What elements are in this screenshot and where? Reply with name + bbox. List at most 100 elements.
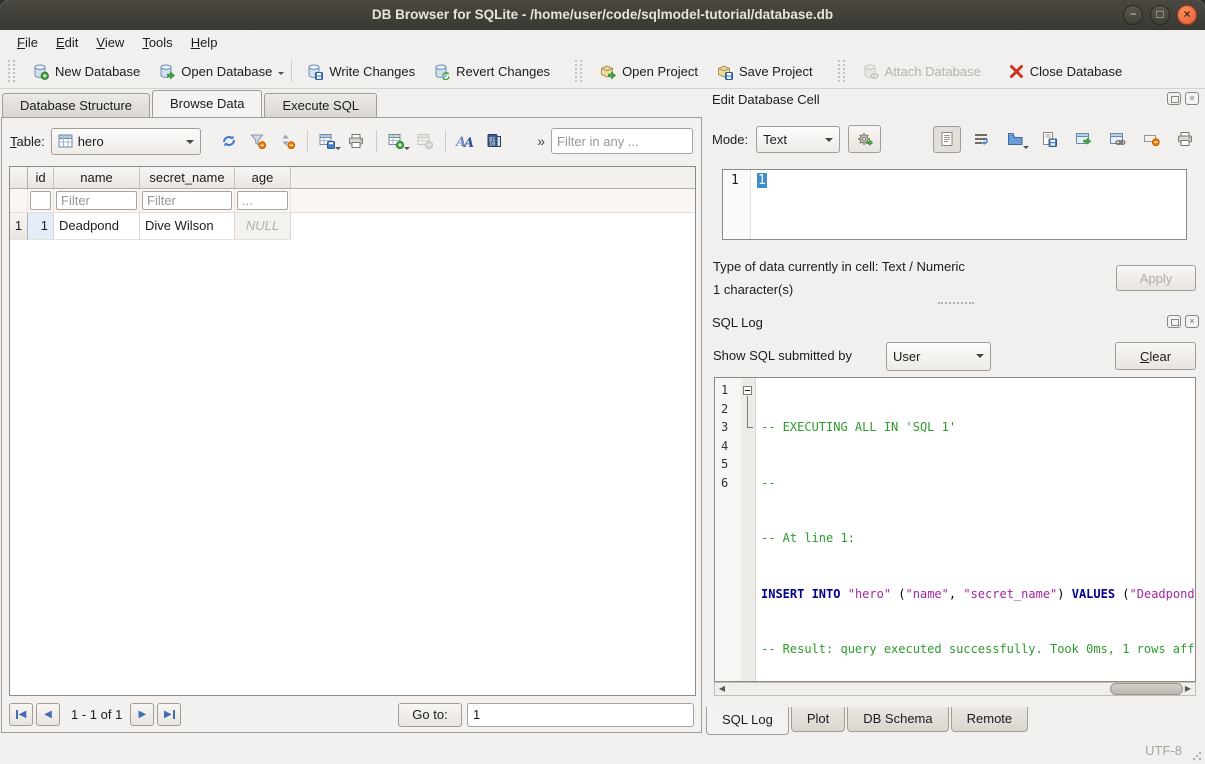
tab-execute-sql[interactable]: Execute SQL xyxy=(264,93,377,117)
menu-help[interactable]: Help xyxy=(182,32,227,53)
right-pane: Edit Database Cell × Mode: Text xyxy=(706,90,1205,738)
toolbar-grip[interactable] xyxy=(8,60,15,82)
grid-filter-row xyxy=(10,189,695,213)
save-project-button[interactable]: Save Project xyxy=(707,59,822,84)
minimize-button[interactable]: − xyxy=(1123,5,1143,25)
float-dock-icon[interactable] xyxy=(1167,315,1181,328)
copy-link-button[interactable] xyxy=(1103,126,1131,153)
next-page-button[interactable]: ▶ xyxy=(130,703,154,726)
apply-button[interactable]: Apply xyxy=(1116,265,1196,291)
write-changes-button[interactable]: Write Changes xyxy=(297,59,424,84)
menu-edit[interactable]: Edit xyxy=(47,32,87,53)
menu-tools[interactable]: Tools xyxy=(133,32,181,53)
close-button[interactable]: × xyxy=(1177,5,1197,25)
filter-name-input[interactable] xyxy=(56,191,137,210)
export-cell-button[interactable] xyxy=(1035,126,1063,153)
cell-id[interactable]: 1 xyxy=(28,213,54,240)
cell-secret-name[interactable]: Dive Wilson xyxy=(140,213,235,240)
save-table-button[interactable] xyxy=(313,128,342,154)
binary-view-button[interactable]: 0110 xyxy=(480,128,509,154)
cell-name[interactable]: Deadpond xyxy=(54,213,140,240)
filter-any-column-input[interactable] xyxy=(551,128,693,154)
revert-changes-button[interactable]: Revert Changes xyxy=(424,59,559,84)
mode-select[interactable]: Text xyxy=(756,126,840,153)
clear-sorting-button[interactable] xyxy=(273,128,302,154)
open-database-button[interactable]: Open Database xyxy=(149,59,281,84)
encoding-status: UTF-8 xyxy=(1145,743,1182,758)
font-settings-button[interactable]: AA xyxy=(451,128,480,154)
last-page-button[interactable]: ▶ xyxy=(157,703,181,726)
table-toolbar: Table: hero xyxy=(10,127,693,155)
new-database-button[interactable]: New Database xyxy=(23,59,149,84)
chevron-down-icon xyxy=(186,140,194,148)
dock-splitter-handle[interactable] xyxy=(938,302,974,306)
close-dock-icon[interactable]: × xyxy=(1185,92,1199,105)
filter-secret-name-input[interactable] xyxy=(142,191,232,210)
tab-plot[interactable]: Plot xyxy=(791,707,845,732)
close-dock-icon[interactable]: × xyxy=(1185,315,1199,328)
insert-record-button[interactable] xyxy=(382,128,411,154)
column-header-id[interactable]: id xyxy=(28,167,54,189)
word-wrap-button[interactable] xyxy=(967,126,995,153)
open-database-dropdown-caret[interactable] xyxy=(278,72,284,78)
tab-db-schema[interactable]: DB Schema xyxy=(847,707,948,732)
chevron-down-icon xyxy=(976,354,984,362)
sql-log-editor[interactable]: 1 2 3 4 5 6 -- EXECUTING ALL IN 'SQL 1' … xyxy=(714,377,1196,682)
menu-file[interactable]: File xyxy=(8,32,47,53)
open-in-app-button[interactable] xyxy=(1069,126,1097,153)
table-select[interactable]: hero xyxy=(51,128,201,155)
column-header-name[interactable]: name xyxy=(54,167,140,189)
tab-remote[interactable]: Remote xyxy=(951,707,1029,732)
show-sql-select[interactable]: User xyxy=(886,342,991,371)
toolbar-overflow-chevron[interactable]: » xyxy=(531,133,551,149)
close-database-button[interactable]: Close Database xyxy=(1000,60,1132,83)
previous-page-button[interactable]: ◀ xyxy=(36,703,60,726)
dock-tab-bar: SQL Log Plot DB Schema Remote xyxy=(706,707,1030,735)
data-grid: id name secret_name age 1 1 xyxy=(9,166,696,696)
pagination-bar: ◀ ◀ 1 - 1 of 1 ▶ ▶ Go to: xyxy=(9,702,694,727)
refresh-button[interactable] xyxy=(215,128,244,154)
import-cell-button[interactable] xyxy=(1001,126,1029,153)
scroll-left-icon[interactable]: ◀ xyxy=(715,683,729,695)
print-cell-button[interactable] xyxy=(1171,126,1199,153)
log-horizontal-scrollbar[interactable]: ◀ ▶ xyxy=(714,682,1196,696)
fold-collapse-icon[interactable] xyxy=(743,386,752,395)
column-header-age[interactable]: age xyxy=(235,167,291,189)
first-page-button[interactable]: ◀ xyxy=(9,703,33,726)
chevron-down-icon xyxy=(335,147,341,153)
resize-grip[interactable] xyxy=(1192,751,1202,761)
cell-age[interactable]: NULL xyxy=(235,213,291,240)
maximize-button[interactable]: □ xyxy=(1150,5,1170,25)
open-project-button[interactable]: Open Project xyxy=(590,59,707,84)
row-number[interactable]: 1 xyxy=(10,213,28,240)
sql-log-controls: Show SQL submitted by User Clear xyxy=(706,342,1205,371)
tab-sql-log[interactable]: SQL Log xyxy=(706,707,789,735)
text-mode-button[interactable] xyxy=(933,126,961,153)
cell-value-editor[interactable]: 1 1 xyxy=(722,169,1187,240)
log-line: -- xyxy=(761,474,1195,493)
delete-record-button[interactable] xyxy=(411,128,440,154)
clear-log-button[interactable]: Clear xyxy=(1115,342,1196,370)
print-button[interactable] xyxy=(342,128,371,154)
toolbar-grip[interactable] xyxy=(838,60,845,82)
attach-database-icon xyxy=(862,63,879,80)
scrollbar-thumb[interactable] xyxy=(1110,683,1183,695)
tab-browse-data[interactable]: Browse Data xyxy=(152,90,262,117)
chevron-down-icon xyxy=(1023,146,1029,152)
goto-input[interactable] xyxy=(467,703,694,727)
menu-view[interactable]: View xyxy=(87,32,133,53)
scroll-right-icon[interactable]: ▶ xyxy=(1181,683,1195,695)
toolbar-grip[interactable] xyxy=(575,60,582,82)
auto-apply-button[interactable] xyxy=(848,125,881,153)
clear-filters-button[interactable] xyxy=(244,128,273,154)
grid-corner[interactable] xyxy=(10,167,28,189)
set-null-button[interactable] xyxy=(1137,126,1165,153)
filter-id-input[interactable] xyxy=(30,191,51,210)
float-dock-icon[interactable] xyxy=(1167,92,1181,105)
goto-button[interactable]: Go to: xyxy=(398,703,462,727)
window-controls: − □ × xyxy=(1123,5,1197,25)
filter-age-input[interactable] xyxy=(237,191,288,210)
tab-database-structure[interactable]: Database Structure xyxy=(2,93,150,117)
column-header-secret-name[interactable]: secret_name xyxy=(140,167,235,189)
attach-database-button[interactable]: Attach Database xyxy=(853,59,990,84)
